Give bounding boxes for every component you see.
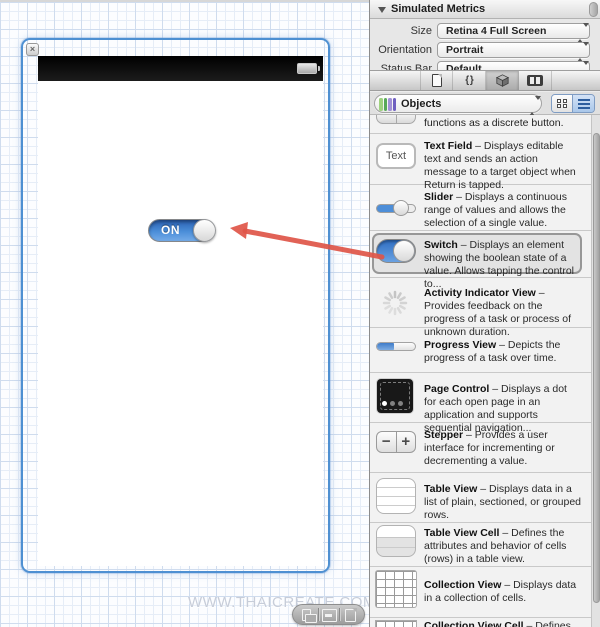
frames-icon[interactable] <box>301 608 317 623</box>
item-title: Progress View <box>424 339 497 351</box>
disclosure-triangle-icon[interactable] <box>378 7 386 13</box>
library-item-stepper[interactable]: − + Stepper – Provides a user interface f… <box>370 422 591 472</box>
item-title: Collection View Cell <box>424 620 524 627</box>
table-view-cell-icon <box>376 525 416 557</box>
view-background <box>38 81 323 566</box>
scene-close-button[interactable]: × <box>26 43 39 56</box>
grid-view-button[interactable] <box>552 95 573 112</box>
object-library-button[interactable] <box>486 71 519 90</box>
library-item-table-view-cell[interactable]: Table View Cell – Defines the attributes… <box>370 522 591 566</box>
size-row: Size Retina 4 Full Screen <box>370 23 600 43</box>
objects-dropdown[interactable]: Objects <box>374 94 542 116</box>
stepper-icon: − + <box>376 431 416 453</box>
slider-icon <box>376 200 416 216</box>
switch-thumb <box>193 219 216 242</box>
library-item-page-control[interactable]: Page Control – Displays a dot for each o… <box>370 372 591 434</box>
library-scrollbar-thumb[interactable] <box>593 133 600 603</box>
switch-on-label: ON <box>161 223 180 237</box>
view-controller-scene: × <box>21 38 330 573</box>
utilities-panel: Simulated Metrics Size Retina 4 Full Scr… <box>369 0 600 627</box>
popup-arrows-icon <box>577 42 589 62</box>
item-title: Activity Indicator View <box>424 287 536 299</box>
simulated-status-bar <box>38 56 323 81</box>
document-icon <box>431 74 442 87</box>
file-templates-library-button[interactable] <box>420 71 453 90</box>
orientation-popup[interactable]: Portrait <box>437 42 590 62</box>
library-item-slider[interactable]: Slider – Displays a continuous range of … <box>370 184 591 230</box>
library-item-activity-indicator[interactable]: Activity Indicator View – Provides feedb… <box>370 277 591 338</box>
canvas-control-bar <box>292 604 365 625</box>
list-view-button[interactable] <box>573 95 594 112</box>
library-item-progress-view[interactable]: Progress View – Depicts the progress of … <box>370 327 591 372</box>
objects-filter-bar: Objects <box>370 92 600 116</box>
media-library-button[interactable] <box>519 71 552 90</box>
grid-icon <box>557 98 567 109</box>
code-snippets-library-button[interactable]: { } <box>453 71 486 90</box>
library-books-icon <box>379 98 396 111</box>
table-view-icon <box>376 478 416 514</box>
storyboard-canvas: × ON WWW.THAICREATE.COM <box>0 0 375 627</box>
collection-view-icon <box>376 571 416 607</box>
item-title: Table View Cell <box>424 527 500 539</box>
orientation-row: Orientation Portrait <box>370 42 600 62</box>
page-icon[interactable] <box>343 607 357 622</box>
item-title: Stepper <box>424 429 464 441</box>
library-item-text-field[interactable]: Text Text Field – Displays editable text… <box>370 133 591 191</box>
window-icon[interactable] <box>321 608 337 622</box>
orientation-label: Orientation <box>378 44 432 56</box>
library-scrollbar[interactable] <box>591 115 600 627</box>
collection-view-cell-icon <box>376 621 416 627</box>
view-mode-toggle <box>551 94 595 113</box>
simulated-metrics-header: Simulated Metrics <box>370 0 600 19</box>
size-label: Size <box>410 25 432 37</box>
status-bar-popup[interactable]: Default <box>437 61 590 70</box>
library-item-table-view[interactable]: Table View – Displays data in a list of … <box>370 472 591 522</box>
inspector-title: Simulated Metrics <box>391 3 486 15</box>
item-title: Table View <box>424 483 478 495</box>
size-popup[interactable]: Retina 4 Full Screen <box>437 23 590 43</box>
popup-arrows-icon <box>577 23 589 43</box>
cube-icon <box>495 74 509 87</box>
segmented-control-icon <box>376 115 416 124</box>
item-title: Text Field <box>424 140 473 152</box>
library-item-segmented-control-partial[interactable]: functions as a discrete button. <box>370 115 591 133</box>
braces-icon: { } <box>465 75 474 86</box>
xcode-interface-builder: × ON WWW.THAICREATE.COM Simulated Metric… <box>0 0 600 627</box>
library-item-collection-view[interactable]: Collection View – Displays data in a col… <box>370 566 591 617</box>
item-title: Collection View <box>424 579 502 591</box>
film-icon <box>527 75 543 86</box>
item-title: Switch <box>424 239 458 251</box>
status-bar-label: Status Bar <box>380 63 432 70</box>
list-icon <box>577 98 590 109</box>
popup-arrows-icon <box>529 96 541 116</box>
inspector-scrollbar-thumb[interactable] <box>589 2 598 17</box>
switch-icon <box>376 239 416 263</box>
item-title: Page Control <box>424 383 490 395</box>
library-item-collection-view-cell[interactable]: Collection View Cell – Defines the <box>370 617 591 627</box>
simulated-metrics-fields: Size Retina 4 Full Screen Orientation Po… <box>370 19 600 70</box>
spinner-icon <box>381 289 409 320</box>
switch-control[interactable]: ON <box>148 219 216 242</box>
battery-icon <box>297 63 320 74</box>
library-chooser-bar: { } <box>370 70 600 91</box>
page-control-icon <box>376 378 414 414</box>
item-title: Slider <box>424 191 454 203</box>
library-item-switch[interactable]: Switch – Displays an element showing the… <box>370 230 591 290</box>
status-bar-row: Status Bar Default <box>370 61 600 70</box>
text-field-icon: Text <box>376 143 416 169</box>
progress-bar-icon <box>376 342 416 351</box>
